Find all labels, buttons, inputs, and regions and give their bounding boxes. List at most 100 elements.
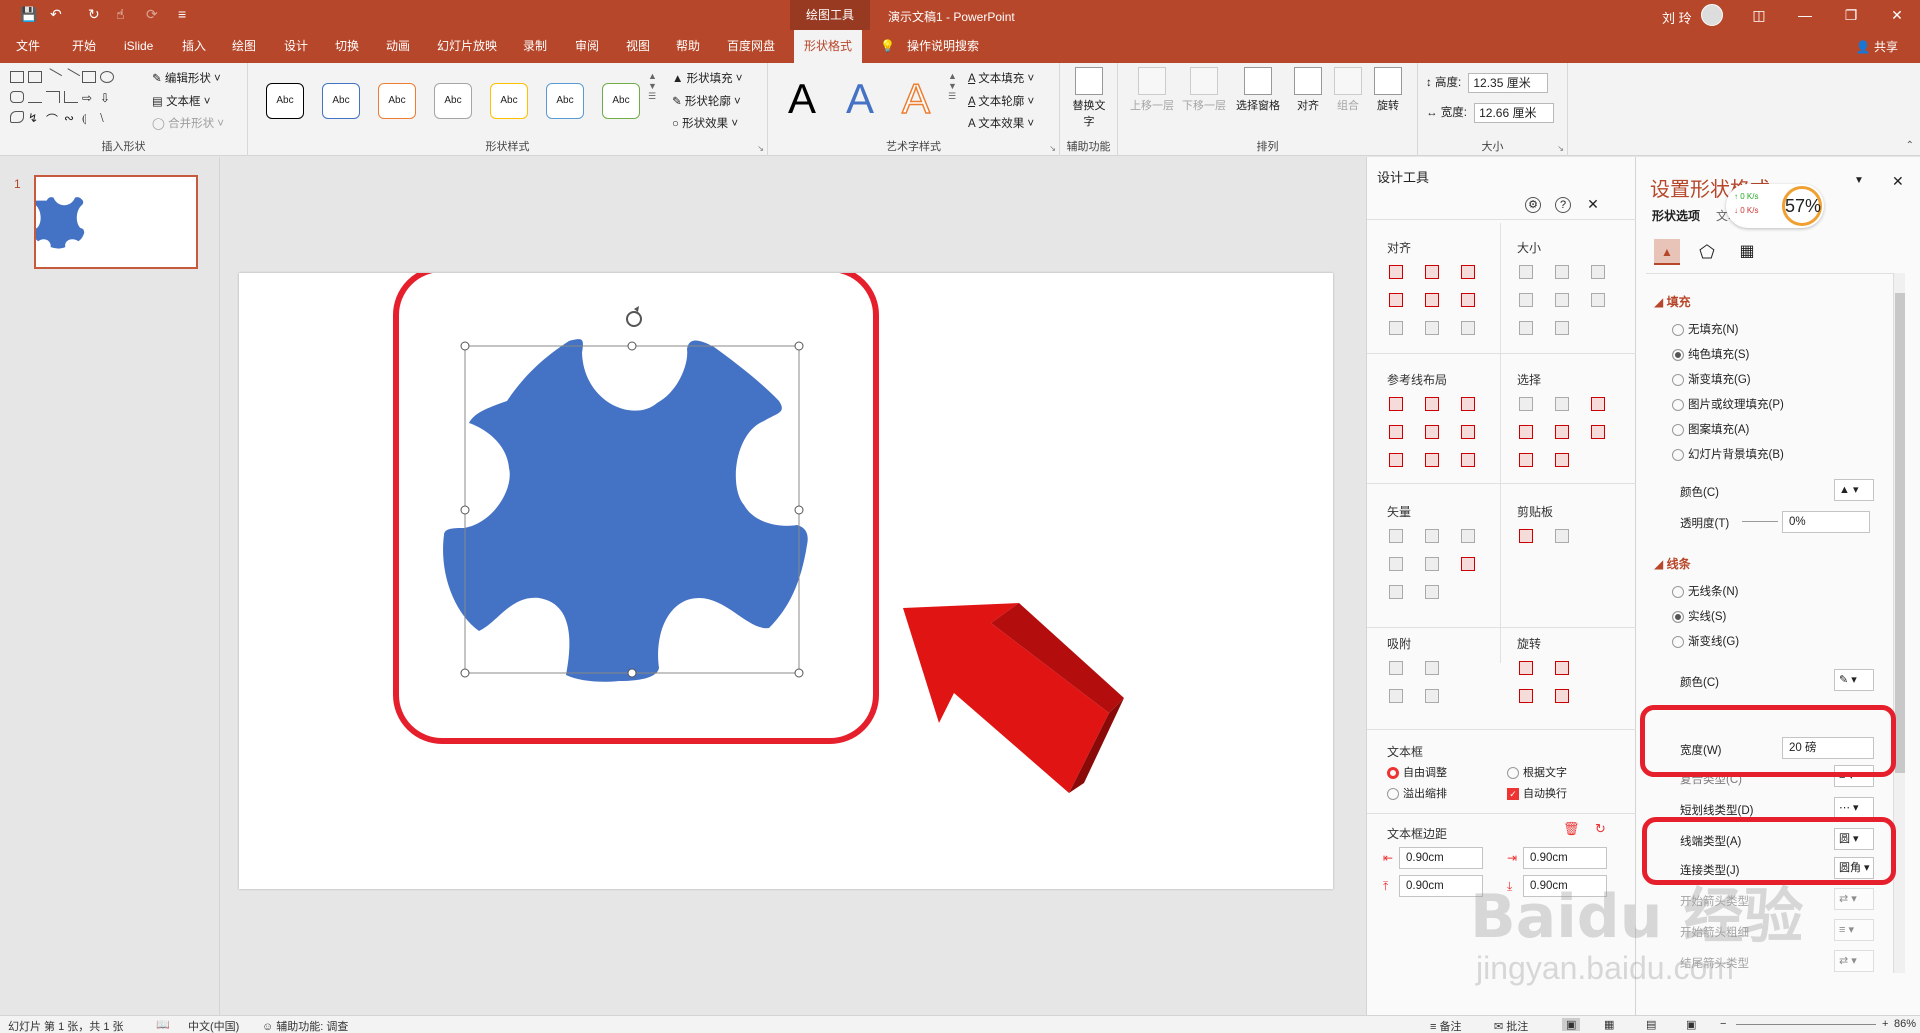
reset-icon[interactable]: ↻ [1595,821,1606,837]
begin-arrow-size-dropdown[interactable]: ≡ ▾ [1834,919,1874,941]
shape-style-preset[interactable]: Abc [602,83,640,119]
effects-pentagon-icon[interactable]: ⬠ [1694,239,1720,265]
backslash-line-icon[interactable]: ⧵ [100,111,114,125]
tab-review[interactable]: 审阅 [575,30,599,63]
radio-free-adjust[interactable]: 自由调整 [1387,764,1447,780]
height-top-icon[interactable] [1519,321,1533,335]
wordart-blue[interactable]: A [846,75,874,123]
select-same-type-icon[interactable] [1519,397,1533,411]
wordart-orange-outline[interactable]: A [901,74,931,123]
wordart-gallery-scroll-icon[interactable]: ▲ ▼ ☰ [948,71,957,102]
shape-fill-button[interactable]: ▲ 形状填充 ˅ [672,70,743,86]
guide-bottom-icon[interactable] [1461,425,1475,439]
share-button[interactable]: 👤 共享 [1856,38,1898,55]
intersect-icon[interactable] [1389,557,1403,571]
arrow-line-icon[interactable] [61,68,81,86]
align-bottom-icon[interactable] [1461,293,1475,307]
dialog-launcher-icon[interactable]: ↘ [1557,144,1564,153]
rotate-button[interactable]: 旋转 [1370,67,1406,113]
align-center-icon[interactable] [1425,265,1439,279]
tab-islide[interactable]: iSlide [124,30,153,63]
flip-horizontal-icon[interactable] [1519,689,1533,703]
gallery-scroll-icon[interactable]: ▲ ▼ ☰ [648,71,657,102]
section-fill[interactable]: ◢ 填充 [1654,293,1691,310]
zoom-level[interactable]: 86% [1894,1018,1916,1030]
accessibility-status[interactable]: ☺ 辅助功能: 调查 [262,1018,348,1033]
merge-shapes-button[interactable]: ◯ 合并形状 ˅ [152,115,224,131]
tab-baidu-netdisk[interactable]: 百度网盘 [727,30,775,63]
zoom-slider[interactable] [1736,1024,1876,1025]
snap-top-icon[interactable] [1389,689,1403,703]
flip-vertical-icon[interactable] [1555,689,1569,703]
tab-home[interactable]: 开始 [72,30,96,63]
dialog-launcher-icon[interactable]: ↘ [1049,144,1056,153]
snap-bottom-icon[interactable] [1425,689,1439,703]
slide-canvas[interactable] [239,266,1333,889]
rounded-shape-icon[interactable] [10,111,24,123]
rotate-left-icon[interactable] [1519,661,1533,675]
scroll-thumb[interactable] [1895,293,1905,773]
arc-icon[interactable]: ⌒ [46,111,60,127]
line-color-picker[interactable]: ✎ ▾ [1834,669,1874,691]
begin-arrow-type-dropdown[interactable]: ⇄ ▾ [1834,888,1874,910]
fill-option-solid[interactable]: 纯色填充(S) [1672,346,1749,362]
dash-type-dropdown[interactable]: ⋯ ▾ [1834,797,1874,819]
same-width-icon[interactable] [1519,265,1533,279]
select-same-color-icon[interactable] [1591,397,1605,411]
align-right-icon[interactable] [1461,265,1475,279]
user-name[interactable]: 刘 玲 [1662,8,1692,27]
wordart-black[interactable]: A [788,75,816,123]
tab-shape-options[interactable]: 形状选项 [1652,207,1700,224]
end-arrow-type-dropdown[interactable]: ⇄ ▾ [1834,950,1874,972]
help-icon[interactable]: ? [1555,197,1571,213]
rectangle-icon[interactable] [82,71,96,83]
notes-button[interactable]: ≡ 备注 [1430,1018,1461,1033]
line-option-solid[interactable]: 实线(S) [1672,608,1726,624]
section-line[interactable]: ◢ 线条 [1654,555,1691,572]
guide-hspan-icon[interactable] [1389,453,1403,467]
shape-style-preset[interactable]: Abc [490,83,528,119]
tab-animations[interactable]: 动画 [386,30,410,63]
shape-effects-button[interactable]: ○ 形状效果 ˅ [672,115,738,131]
bring-forward-button[interactable]: 上移一层 [1128,67,1176,113]
swap-size-icon[interactable] [1591,293,1605,307]
settings-icon[interactable]: ⚙ [1525,197,1541,213]
fill-option-slide-bg[interactable]: 幻灯片背景填充(B) [1672,446,1784,462]
combine-icon[interactable] [1425,529,1439,543]
copy-shape-icon[interactable] [1425,585,1439,599]
align-middle-icon[interactable] [1425,293,1439,307]
height-bottom-icon[interactable] [1555,321,1569,335]
size-properties-icon[interactable]: ▦ [1734,239,1760,265]
fill-color-picker[interactable]: ▲ ▾ [1834,479,1874,501]
slide-sorter-icon[interactable]: ▦ [1604,1018,1614,1031]
elbow-connector-icon[interactable] [46,91,60,103]
normal-view-icon[interactable]: ▣ [1562,1018,1581,1031]
reading-view-icon[interactable]: ▤ [1646,1018,1656,1031]
tab-shape-format[interactable]: 形状格式 [794,30,863,63]
lightning-icon[interactable]: ↯ [28,111,42,125]
ribbon-display-options-icon[interactable]: ◫ [1748,4,1770,26]
text-to-shape-icon[interactable] [1389,585,1403,599]
down-arrow-shape-icon[interactable]: ⇩ [100,91,114,105]
tab-transitions[interactable]: 切换 [335,30,359,63]
select-same-size-icon[interactable] [1555,397,1569,411]
dialog-launcher-icon[interactable]: ↘ [757,144,764,153]
subtract-icon[interactable] [1425,557,1439,571]
rounded-rect-icon[interactable] [10,91,24,103]
right-arrow-shape-icon[interactable]: ⇨ [82,91,96,105]
zoom-out-icon[interactable]: − [1720,1018,1726,1030]
guide-top-icon[interactable] [1389,425,1403,439]
slide-thumbnail[interactable] [32,175,198,269]
tab-view[interactable]: 视图 [626,30,650,63]
fragment-icon[interactable] [1461,529,1475,543]
delete-icon[interactable]: 🗑 [1563,821,1580,837]
shape-style-preset[interactable]: Abc [266,83,304,119]
close-format-pane-icon[interactable]: ✕ [1892,173,1904,190]
snap-right-icon[interactable] [1425,661,1439,675]
tab-file[interactable]: 文件 [16,30,40,63]
text-effects-button[interactable]: A 文本效果 ˅ [968,115,1034,131]
distribute-vertical-icon[interactable] [1425,321,1439,335]
line-option-none[interactable]: 无线条(N) [1672,583,1738,599]
fill-option-none[interactable]: 无填充(N) [1672,321,1738,337]
shape-style-preset[interactable]: Abc [322,83,360,119]
